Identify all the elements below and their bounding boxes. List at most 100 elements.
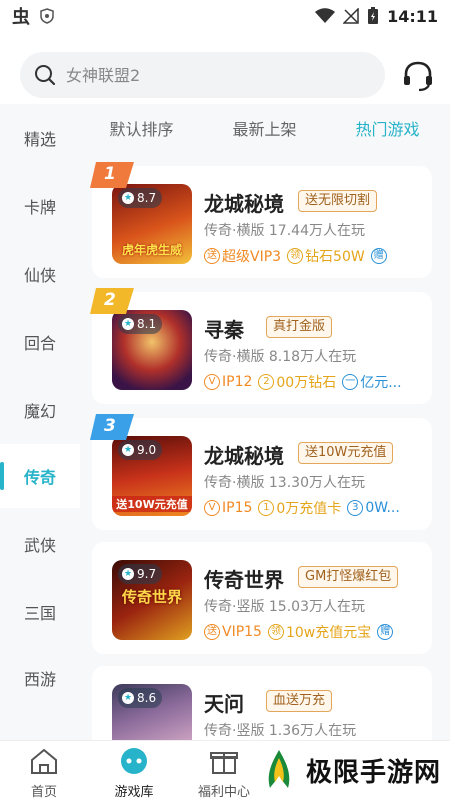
star-icon: ★ xyxy=(122,192,134,204)
search-bar[interactable] xyxy=(20,52,385,98)
star-icon: ★ xyxy=(122,444,134,456)
sidebar-item-label: 卡牌 xyxy=(23,198,56,217)
rank-number: 2 xyxy=(104,290,116,310)
sidebar-item-label: 魔幻 xyxy=(23,402,56,421)
site-watermark: 极限手游网 xyxy=(258,748,441,792)
tab-newest[interactable]: 最新上架 xyxy=(203,116,326,140)
game-name: 天问 xyxy=(204,692,244,716)
perk-item: 领 10w充值元宝 xyxy=(267,622,371,642)
sidebar-item-label: 回合 xyxy=(23,334,56,353)
sidebar-item-xianxia[interactable]: 仙侠 xyxy=(0,242,80,306)
search-icon xyxy=(35,65,56,86)
perk-icon: V xyxy=(204,500,220,516)
perk-item: 送超级VIP3 xyxy=(204,246,281,266)
perk-icon: 一 xyxy=(342,374,359,390)
sidebar-item-kapai[interactable]: 卡牌 xyxy=(0,174,80,238)
nav-label: 福利中心 xyxy=(197,785,250,800)
perk-list: 送超级VIP3 领钻石50W 赠 xyxy=(204,246,426,266)
sidebar-item-mohuan[interactable]: 魔幻 xyxy=(0,378,80,442)
perk-item: 1 0万充值卡 xyxy=(258,498,341,518)
perk-item: 2 00万钻石 xyxy=(258,372,336,392)
rating-value: 8.6 xyxy=(137,691,157,705)
home-icon xyxy=(31,748,57,774)
sidebar-item-xiyou[interactable]: 西游 xyxy=(0,646,80,710)
game-card[interactable]: 2 ★ 8.1 寻秦 真打金版 传奇·横版 8.18万人在玩 V IP12 2 00万… xyxy=(90,288,432,404)
rating-value: 9.0 xyxy=(137,443,157,457)
rating-value: 9.7 xyxy=(137,567,157,581)
perk-icon: 2 xyxy=(258,374,275,390)
watermark-text: 极限手游网 xyxy=(306,757,442,788)
tab-hot-games[interactable]: 热门游戏 xyxy=(326,116,449,140)
status-time: 14:11 xyxy=(387,6,438,26)
perk-icon: 1 xyxy=(258,500,275,516)
perk-text: 0万充值卡 xyxy=(276,501,342,517)
perk-icon: 领 xyxy=(287,248,304,264)
thumbnail-caption: 传奇世界 xyxy=(121,588,182,606)
rating-badge: ★ 9.7 xyxy=(118,564,163,584)
sidebar-item-label: 三国 xyxy=(23,604,56,623)
game-card[interactable]: 传奇世界 ★ 9.7 传奇世界 GM打怪爆红包 传奇·竖版 15.03万人在玩 送… xyxy=(92,542,432,654)
perk-text: 00万钻石 xyxy=(276,375,337,391)
game-tag: 真打金版 xyxy=(266,316,333,338)
game-name: 龙城秘境 xyxy=(204,444,284,468)
customer-service-icon[interactable] xyxy=(400,58,436,94)
perk-list: V IP12 2 00万钻石 一亿元... xyxy=(204,372,426,392)
star-icon: ★ xyxy=(122,318,134,330)
perk-item: 3 0W... xyxy=(347,498,400,518)
game-meta: 传奇·竖版 15.03万人在玩 xyxy=(204,599,365,615)
perk-item: 一亿元... xyxy=(342,372,402,392)
perk-text: 亿元... xyxy=(360,375,402,391)
sort-tabs: 默认排序 最新上架 热门游戏 xyxy=(80,104,450,152)
sidebar-item-huihe[interactable]: 回合 xyxy=(0,310,80,374)
tab-default-sort[interactable]: 默认排序 xyxy=(80,116,203,140)
game-meta: 传奇·横版 8.18万人在玩 xyxy=(204,349,357,365)
sidebar-item-label: 传奇 xyxy=(23,468,56,487)
game-card[interactable]: 虎年虎生威 1 ★ 8.7 龙城秘境 送无限切割 传奇·横版 17.44万人在玩 … xyxy=(90,162,432,278)
search-input[interactable] xyxy=(66,65,346,85)
sidebar-item-label: 武侠 xyxy=(23,536,56,555)
perk-text: 0W... xyxy=(365,500,400,516)
sidebar-item-sanguo[interactable]: 三国 xyxy=(0,580,80,644)
game-name: 龙城秘境 xyxy=(204,192,284,216)
perk-icon: 3 xyxy=(347,500,364,516)
rating-value: 8.7 xyxy=(137,191,157,205)
no-signal-icon xyxy=(343,8,359,24)
nav-label: 首页 xyxy=(30,785,57,800)
thumbnail-caption: 虎年虎生威 xyxy=(121,243,182,257)
sidebar-item-chuanqi[interactable]: 传奇 xyxy=(0,444,80,508)
game-tag: GM打怪爆红包 xyxy=(298,566,399,588)
game-meta: 传奇·横版 17.44万人在玩 xyxy=(204,223,365,239)
game-card[interactable]: 送10W元充值 3 ★ 9.0 龙城秘境 送10W元充值 传奇·横版 13.30万… xyxy=(90,414,432,530)
nav-game-library[interactable]: 游戏库 xyxy=(94,747,174,800)
sidebar-item-wuxia[interactable]: 武侠 xyxy=(0,512,80,576)
game-meta: 传奇·横版 13.30万人在玩 xyxy=(204,475,365,491)
perk-item: V IP12 xyxy=(204,372,252,392)
perk-list: V IP15 1 0万充值卡 3 0W... xyxy=(204,498,426,518)
nav-welfare-center[interactable]: 福利中心 xyxy=(184,747,264,800)
perk-icon: 赠 xyxy=(377,624,394,640)
perk-icon: 赠 xyxy=(370,248,387,264)
nav-home[interactable]: 首页 xyxy=(4,747,84,800)
category-sidebar: 精选 卡牌 仙侠 回合 魔幻 传奇 武侠 三国 西游 xyxy=(0,104,80,740)
perk-icon: 领 xyxy=(267,624,284,640)
app-notification-icon: 虫 xyxy=(12,7,30,28)
rank-number: 3 xyxy=(104,416,116,436)
perk-icon: 送 xyxy=(204,248,220,264)
game-name: 寻秦 xyxy=(204,318,244,342)
game-meta: 传奇·竖版 1.36万人在玩 xyxy=(204,723,357,739)
game-card[interactable]: ★ 8.6 天问 血送万充 传奇·竖版 1.36万人在玩 xyxy=(92,666,432,740)
thumbnail-caption: 送10W元充值 xyxy=(112,496,192,512)
sidebar-item-label: 仙侠 xyxy=(23,266,56,285)
game-name: 传奇世界 xyxy=(204,568,284,592)
perk-text: 超级VIP3 xyxy=(222,249,282,265)
game-tag: 送无限切割 xyxy=(298,190,378,212)
perk-text: IP15 xyxy=(222,500,253,516)
shield-icon xyxy=(40,8,54,24)
rank-number: 1 xyxy=(104,164,116,184)
nav-label: 游戏库 xyxy=(114,785,154,800)
rating-badge: ★ 8.6 xyxy=(118,688,163,708)
star-icon: ★ xyxy=(122,692,134,704)
perk-item: 领钻石50W xyxy=(287,246,365,266)
sidebar-item-label: 西游 xyxy=(23,670,56,689)
sidebar-item-jingxuan[interactable]: 精选 xyxy=(0,106,80,170)
